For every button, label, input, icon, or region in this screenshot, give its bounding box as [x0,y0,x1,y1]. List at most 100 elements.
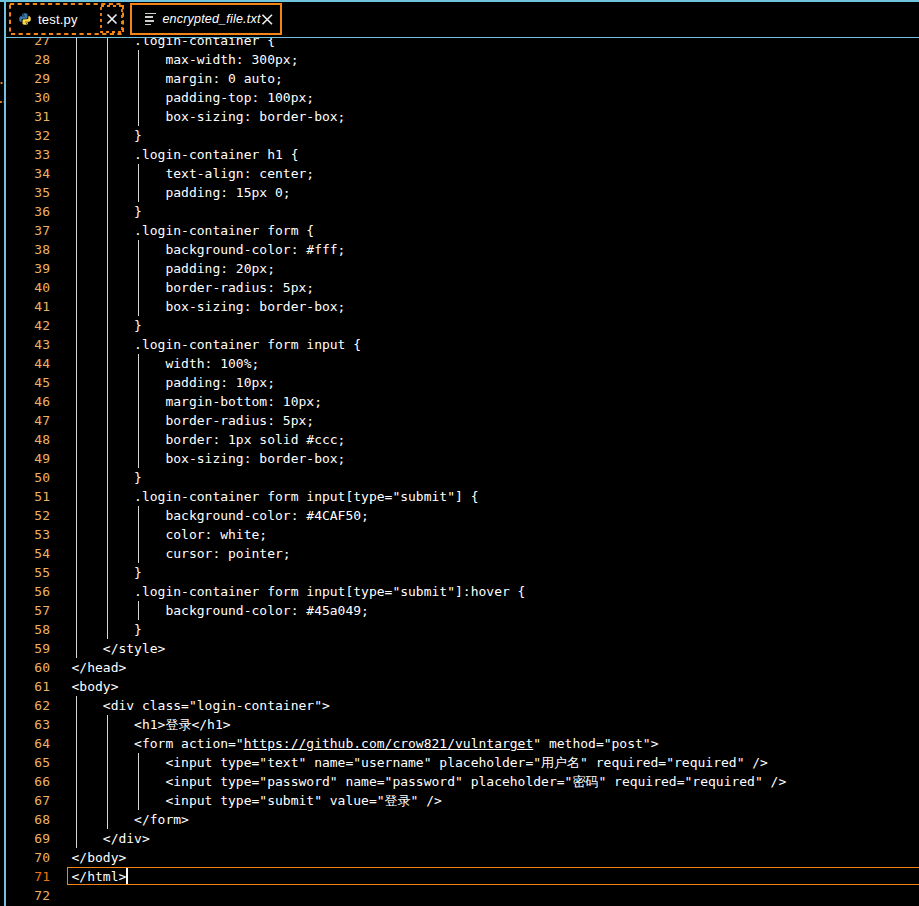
code-line[interactable]: <form action="https://github.com/crow821… [72,734,659,753]
line-number[interactable]: 51 [0,487,50,506]
tab-encrypted-file-txt[interactable]: encrypted_file.txt [130,3,282,35]
code-line[interactable]: } [72,316,142,335]
code-line[interactable]: text-align: center; [72,164,315,183]
line-number[interactable]: 37 [0,221,50,240]
line-number[interactable]: 45 [0,373,50,392]
code-line[interactable]: </form> [72,810,189,829]
editor-row: 34 text-align: center; [0,164,919,183]
line-number[interactable]: 61 [0,677,50,696]
line-number[interactable]: 47 [0,411,50,430]
code-line[interactable]: <input type="text" name="username" place… [72,753,768,772]
code-line[interactable]: } [72,563,142,582]
line-number[interactable]: 56 [0,582,50,601]
line-number[interactable]: 41 [0,297,50,316]
line-number[interactable]: 30 [0,88,50,107]
code-line[interactable]: <input type="submit" value="登录" /> [72,791,442,810]
editor-row: 52 background-color: #4CAF50; [0,506,919,525]
code-line[interactable]: .login-container form { [72,221,315,240]
code-line[interactable]: </body> [72,848,127,867]
line-number[interactable]: 42 [0,316,50,335]
tab-test-py[interactable]: test.py [9,3,124,35]
code-line[interactable]: background-color: #4CAF50; [72,506,369,525]
line-number[interactable]: 62 [0,696,50,715]
line-number[interactable]: 40 [0,278,50,297]
code-line[interactable]: <div class="login-container"> [72,696,330,715]
line-number[interactable]: 52 [0,506,50,525]
code-line[interactable]: padding-top: 100px; [72,88,315,107]
line-number[interactable]: 68 [0,810,50,829]
editor-row: 72 [0,886,919,905]
line-number[interactable]: 46 [0,392,50,411]
line-number[interactable]: 28 [0,50,50,69]
code-line[interactable]: padding: 20px; [72,259,276,278]
code-line[interactable]: <h1>登录</h1> [72,715,231,734]
line-number[interactable]: 65 [0,753,50,772]
code-line[interactable]: } [72,468,142,487]
line-number[interactable]: 55 [0,563,50,582]
code-line[interactable]: .login-container h1 { [72,145,299,164]
code-line[interactable]: margin: 0 auto; [72,69,283,88]
line-number[interactable]: 31 [0,107,50,126]
link-text[interactable]: https://github.com/crow821/vulntarget [244,736,534,751]
line-number[interactable]: 72 [0,886,50,905]
line-number[interactable]: 59 [0,639,50,658]
code-line[interactable]: max-width: 300px; [72,50,299,69]
code-line[interactable]: box-sizing: border-box; [72,107,346,126]
code-line[interactable]: .login-container form input { [72,335,362,354]
line-number[interactable]: 44 [0,354,50,373]
line-number[interactable]: 70 [0,848,50,867]
line-number[interactable]: 35 [0,183,50,202]
tab-close-button[interactable] [261,13,273,26]
line-number[interactable]: 32 [0,126,50,145]
code-line[interactable]: </div> [72,829,150,848]
code-line[interactable]: } [72,126,142,145]
code-line[interactable]: width: 100%; [72,354,260,373]
code-line[interactable]: border: 1px solid #ccc; [72,430,346,449]
line-number[interactable]: 66 [0,772,50,791]
line-number[interactable]: 57 [0,601,50,620]
line-number[interactable]: 60 [0,658,50,677]
code-line[interactable]: box-sizing: border-box; [72,297,346,316]
line-number[interactable]: 33 [0,145,50,164]
code-line[interactable]: <body> [72,677,119,696]
code-line[interactable]: background-color: #fff; [72,240,346,259]
editor-row: 61 <body> [0,677,919,696]
line-number[interactable]: 39 [0,259,50,278]
code-line[interactable]: padding: 10px; [72,373,276,392]
line-number[interactable]: 54 [0,544,50,563]
code-line[interactable]: } [72,620,142,639]
line-number[interactable]: 34 [0,164,50,183]
code-line[interactable]: } [72,202,142,221]
line-number[interactable]: 58 [0,620,50,639]
line-number[interactable]: 63 [0,715,50,734]
code-line[interactable]: border-radius: 5px; [72,411,315,430]
line-number[interactable]: 43 [0,335,50,354]
line-number[interactable]: 71 [0,867,50,886]
current-line-highlight [67,867,919,885]
editor-row: 60 </head> [0,658,919,677]
line-number[interactable]: 49 [0,449,50,468]
code-line[interactable]: box-sizing: border-box; [72,449,346,468]
code-line[interactable]: margin-bottom: 10px; [72,392,322,411]
code-line[interactable]: </head> [72,658,127,677]
code-line[interactable]: </style> [72,639,166,658]
line-number[interactable]: 53 [0,525,50,544]
line-number[interactable]: 67 [0,791,50,810]
code-line[interactable]: border-radius: 5px; [72,278,315,297]
code-line[interactable]: padding: 15px 0; [72,183,291,202]
code-line[interactable]: cursor: pointer; [72,544,291,563]
editor-row: 53 color: white; [0,525,919,544]
line-number[interactable]: 38 [0,240,50,259]
code-line[interactable]: color: white; [72,525,268,544]
code-line[interactable]: .login-container form input[type="submit… [72,582,526,601]
line-number[interactable]: 36 [0,202,50,221]
tab-close-button[interactable] [100,5,123,33]
line-number[interactable]: 69 [0,829,50,848]
code-line[interactable]: <input type="password" name="password" p… [72,772,787,791]
line-number[interactable]: 50 [0,468,50,487]
line-number[interactable]: 64 [0,734,50,753]
code-line[interactable]: .login-container form input[type="submit… [72,487,479,506]
code-line[interactable]: background-color: #45a049; [72,601,369,620]
line-number[interactable]: 48 [0,430,50,449]
line-number[interactable]: 29 [0,69,50,88]
